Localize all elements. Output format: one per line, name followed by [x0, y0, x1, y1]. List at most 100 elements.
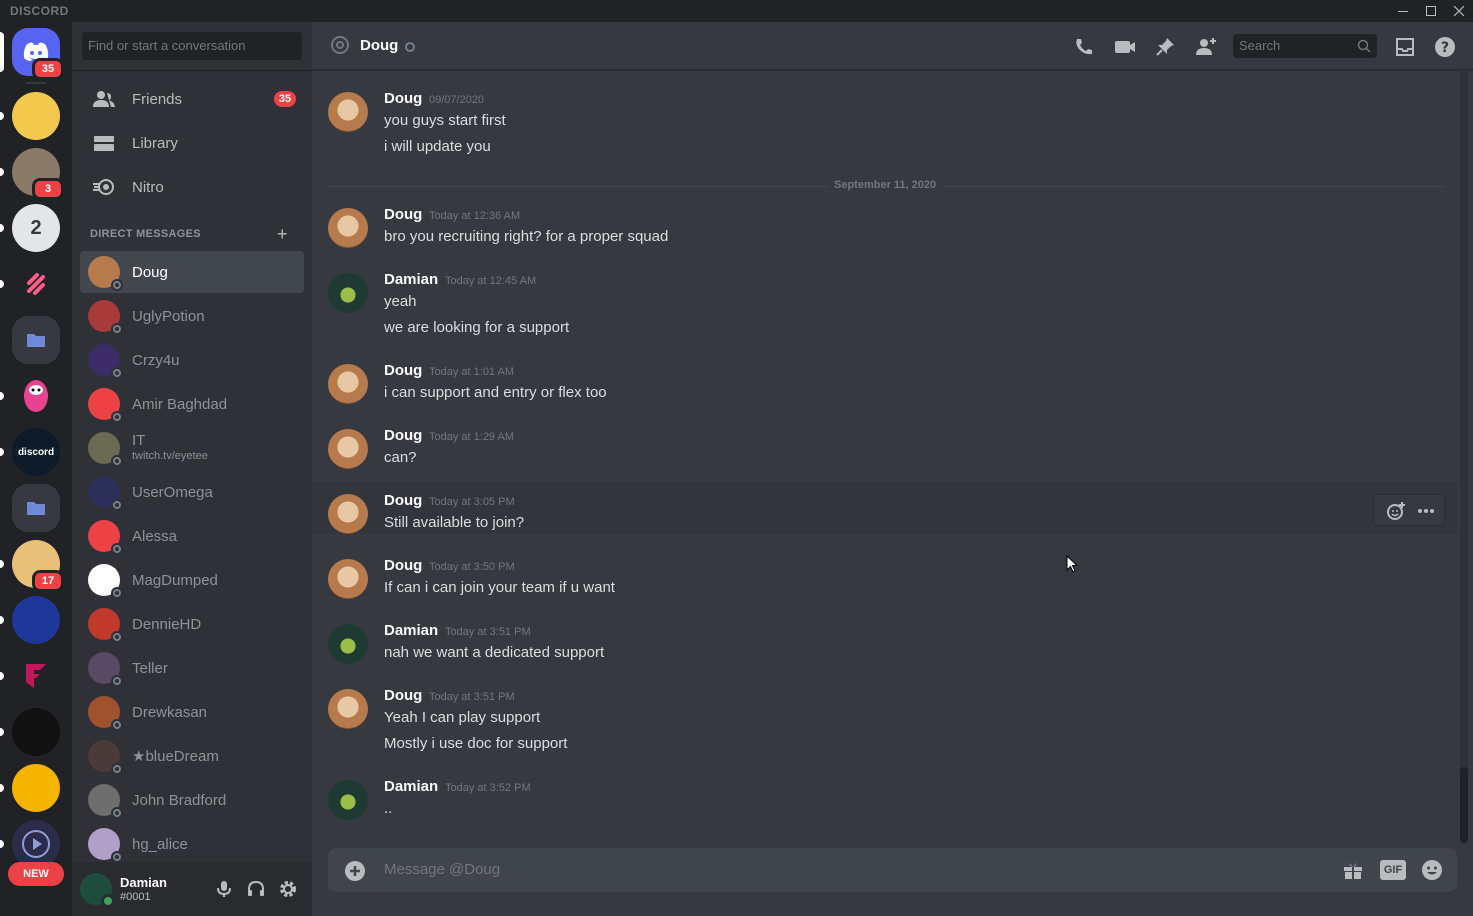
dm-item[interactable]: Teller [80, 647, 304, 689]
message-author[interactable]: Doug [384, 427, 422, 444]
chat-search-input[interactable]: Search [1233, 34, 1377, 58]
message-author[interactable]: Doug [384, 206, 422, 223]
message-author[interactable]: Doug [384, 362, 422, 379]
add-reaction-icon[interactable] [1386, 501, 1406, 521]
nav-friends[interactable]: Friends 35 [80, 78, 304, 120]
server-icon[interactable] [0, 764, 60, 812]
guild-separator [26, 82, 46, 84]
pinned-messages-icon[interactable] [1153, 35, 1177, 59]
upload-plus-icon[interactable] [344, 860, 366, 882]
message-avatar[interactable] [328, 208, 368, 248]
dm-item[interactable]: UserOmega [80, 471, 304, 513]
dm-item[interactable]: Drewkasan [80, 691, 304, 733]
headphones-icon[interactable] [246, 879, 266, 899]
message-avatar[interactable] [328, 92, 368, 132]
message-group[interactable]: Doug 09/07/2020 you guys start first i will… [312, 80, 1457, 155]
find-conversation-input[interactable]: Find or start a conversation [82, 32, 302, 60]
message-timestamp: Today at 1:29 AM [429, 431, 514, 443]
message-group[interactable]: Doug Today at 1:01 AM i can support and en… [312, 352, 1457, 404]
svg-text:?: ? [1441, 40, 1449, 56]
dm-item[interactable]: ★blueDream [80, 735, 304, 777]
message-avatar[interactable] [328, 780, 368, 820]
message-author[interactable]: Doug [384, 557, 422, 574]
home-button[interactable]: 35 [0, 28, 64, 80]
minimize-icon[interactable] [1394, 2, 1412, 20]
more-options-icon[interactable] [1416, 501, 1436, 521]
help-icon[interactable]: ? [1433, 35, 1457, 59]
message-group[interactable]: Damian Today at 3:52 PM.. [312, 768, 1457, 820]
message-avatar[interactable] [328, 559, 368, 599]
dm-name: Teller [132, 659, 168, 677]
server-icon[interactable] [0, 652, 60, 700]
maximize-icon[interactable] [1422, 2, 1440, 20]
nav-library[interactable]: Library [80, 122, 304, 164]
user-avatar[interactable] [80, 873, 115, 908]
inbox-icon[interactable] [1393, 35, 1417, 59]
message-group[interactable]: Doug Today at 3:05 PM Still available to j… [312, 482, 1457, 534]
close-icon[interactable] [1450, 2, 1468, 20]
message-author[interactable]: Doug [384, 687, 422, 704]
dm-item[interactable]: IT twitch.tv/eyetee [80, 427, 304, 469]
video-call-icon[interactable] [1113, 35, 1137, 59]
gif-button[interactable]: GIF [1380, 860, 1406, 880]
message-group[interactable]: Damian Today at 3:51 PM nah we want a dedi… [312, 612, 1457, 664]
message-avatar[interactable] [328, 624, 368, 664]
server-icon[interactable] [0, 596, 60, 644]
dm-item[interactable]: MagDumped [80, 559, 304, 601]
server-icon[interactable]: 2 [0, 204, 60, 252]
direct-messages-header: DIRECT MESSAGES [90, 228, 201, 240]
server-icon[interactable] [0, 92, 60, 140]
gift-icon[interactable] [1341, 858, 1365, 882]
message-avatar[interactable] [328, 494, 368, 534]
message-avatar[interactable] [328, 429, 368, 469]
chat-scrollbar-thumb[interactable] [1460, 767, 1468, 843]
new-badge[interactable]: NEW [8, 862, 64, 886]
message-group[interactable]: Doug Today at 3:51 PM Yeah I can play supp… [312, 677, 1457, 752]
message-avatar[interactable] [328, 364, 368, 404]
message-text: nah we want a dedicated support [384, 644, 605, 661]
message-author[interactable]: Damian [384, 271, 438, 288]
message-group[interactable]: Doug Today at 1:29 AM can? [312, 417, 1457, 469]
message-author[interactable]: Damian [384, 778, 438, 795]
server-icon[interactable]: 17 [0, 540, 64, 592]
message-author[interactable]: Damian [384, 622, 438, 639]
dm-name: ★blueDream [132, 748, 219, 765]
dm-item[interactable]: Crzy4u [80, 339, 304, 381]
unread-pill [0, 280, 4, 288]
create-dm-plus-icon[interactable]: + [277, 224, 288, 245]
message-timestamp: Today at 12:45 AM [445, 275, 537, 287]
nav-friends-label: Friends [132, 90, 183, 108]
server-icon[interactable] [0, 708, 60, 756]
message-author[interactable]: Doug [384, 492, 422, 509]
message-author[interactable]: Doug [384, 90, 422, 107]
message-composer[interactable]: Message @Doug GIF [328, 848, 1457, 892]
dm-item[interactable]: DennieHD [80, 603, 304, 645]
server-icon[interactable] [0, 820, 60, 868]
message-avatar[interactable] [328, 273, 368, 313]
dm-item[interactable]: Alessa [80, 515, 304, 557]
microphone-icon[interactable] [214, 879, 234, 899]
settings-gear-icon[interactable] [278, 879, 298, 899]
message-timestamp: Today at 3:50 PM [429, 561, 515, 573]
nav-nitro[interactable]: Nitro [80, 166, 304, 208]
dm-item[interactable]: Doug [80, 251, 304, 293]
add-friends-to-dm-icon[interactable] [1194, 35, 1218, 59]
message-group[interactable]: Damian Today at 12:45 AM yeah we are lookin… [312, 261, 1457, 336]
server-icon[interactable]: 3 [0, 148, 64, 200]
server-icon[interactable] [0, 372, 60, 420]
server-folder[interactable] [12, 484, 60, 532]
chat-scrollbar-track[interactable] [1460, 70, 1468, 844]
message-group[interactable]: Doug Today at 12:36 AM bro you recruiting … [312, 196, 1457, 248]
dm-item[interactable]: John Bradford [80, 779, 304, 821]
dm-item[interactable]: UglyPotion [80, 295, 304, 337]
message-group[interactable]: Doug Today at 3:50 PM If can i can join yo… [312, 547, 1457, 599]
voice-call-icon[interactable] [1072, 35, 1096, 59]
dm-item[interactable]: Amir Baghdad [80, 383, 304, 425]
server-icon[interactable] [0, 260, 60, 308]
message-avatar[interactable] [328, 689, 368, 729]
server-icon[interactable]: discord [0, 428, 60, 476]
dm-item[interactable]: hg_alice [80, 823, 304, 865]
emoji-icon[interactable] [1420, 858, 1444, 882]
server-folder[interactable] [12, 316, 60, 364]
unread-pill [0, 224, 4, 232]
